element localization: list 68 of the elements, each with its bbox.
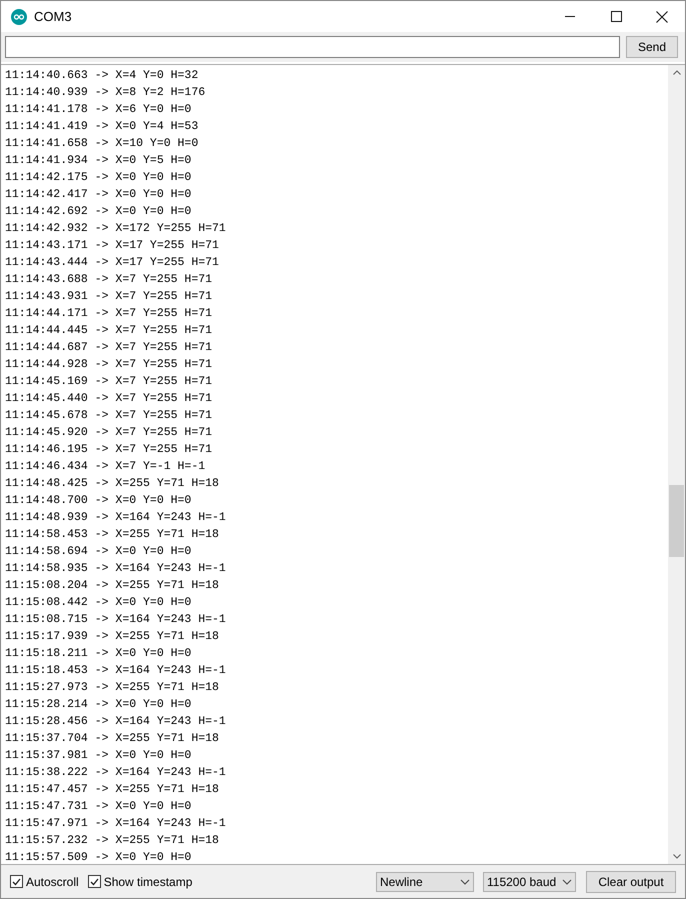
log-line: 11:15:47.971 -> X=164 Y=243 H=-1 — [5, 816, 226, 832]
log-line: 11:15:17.939 -> X=255 Y=71 H=18 — [5, 629, 219, 645]
checkbox[interactable] — [10, 875, 23, 888]
log-line: 11:14:40.939 -> X=8 Y=2 H=176 — [5, 85, 206, 101]
log-line: 11:14:42.692 -> X=0 Y=0 H=0 — [5, 204, 192, 220]
log-line: 11:14:41.658 -> X=10 Y=0 H=0 — [5, 136, 198, 152]
line-ending-dropdown[interactable]: Newline — [376, 872, 474, 892]
close-icon — [656, 10, 668, 22]
log-line: 11:15:57.232 -> X=255 Y=71 H=18 — [5, 833, 219, 849]
scroll-down-icon — [672, 854, 680, 859]
window-title: COM3 — [34, 8, 72, 26]
log-line: 11:14:44.171 -> X=7 Y=255 H=71 — [5, 306, 212, 322]
log-line: 11:14:44.687 -> X=7 Y=255 H=71 — [5, 340, 212, 356]
log-line: 11:14:58.453 -> X=255 Y=71 H=18 — [5, 527, 219, 543]
log-line: 11:14:41.178 -> X=6 Y=0 H=0 — [5, 102, 192, 118]
log-line: 11:14:48.700 -> X=0 Y=0 H=0 — [5, 493, 192, 509]
scrollbar[interactable] — [668, 65, 685, 864]
log-line: 11:15:37.704 -> X=255 Y=71 H=18 — [5, 731, 219, 747]
log-line: 11:14:45.678 -> X=7 Y=255 H=71 — [5, 408, 212, 424]
log-line: 11:14:43.171 -> X=17 Y=255 H=71 — [5, 238, 219, 254]
message-input-field[interactable] — [5, 36, 620, 58]
log-line: 11:14:45.169 -> X=7 Y=255 H=71 — [5, 374, 212, 390]
log-line: 11:14:41.419 -> X=0 Y=4 H=53 — [5, 119, 198, 135]
log-line: 11:15:18.211 -> X=0 Y=0 H=0 — [5, 646, 192, 662]
log-line: 11:14:42.417 -> X=0 Y=0 H=0 — [5, 187, 192, 203]
log-line: 11:14:43.444 -> X=17 Y=255 H=71 — [5, 255, 219, 271]
log-line: 11:14:46.195 -> X=7 Y=255 H=71 — [5, 442, 212, 458]
log-line: 11:15:28.456 -> X=164 Y=243 H=-1 — [5, 714, 226, 730]
log-line: 11:14:41.934 -> X=0 Y=5 H=0 — [5, 153, 192, 169]
log-line: 11:15:08.715 -> X=164 Y=243 H=-1 — [5, 612, 226, 628]
log-line: 11:15:37.981 -> X=0 Y=0 H=0 — [5, 748, 192, 764]
app-logo-icon — [11, 8, 27, 24]
checkbox-label: Autoscroll — [26, 874, 79, 890]
chevron-down-icon — [460, 878, 470, 884]
scrollbar-thumb[interactable] — [669, 485, 684, 557]
log-line: 11:14:46.434 -> X=7 Y=-1 H=-1 — [5, 459, 206, 475]
log-line: 11:14:44.928 -> X=7 Y=255 H=71 — [5, 357, 212, 373]
log-line: 11:14:42.932 -> X=172 Y=255 H=71 — [5, 221, 226, 237]
checkmark-icon — [90, 878, 99, 886]
clear-output-button[interactable]: Clear output — [586, 870, 676, 892]
log-line: 11:14:45.440 -> X=7 Y=255 H=71 — [5, 391, 212, 407]
log-line: 11:14:58.935 -> X=164 Y=243 H=-1 — [5, 561, 226, 577]
send-button[interactable]: Send — [626, 36, 678, 58]
checkbox-label: Show timestamp — [104, 874, 192, 890]
log-line: 11:14:48.425 -> X=255 Y=71 H=18 — [5, 476, 219, 492]
log-line: 11:14:43.688 -> X=7 Y=255 H=71 — [5, 272, 212, 288]
log-line: 11:14:40.663 -> X=4 Y=0 H=32 — [5, 68, 198, 84]
log-line: 11:14:42.175 -> X=0 Y=0 H=0 — [5, 170, 192, 186]
scroll-up-icon — [672, 70, 680, 75]
log-line: 11:15:47.457 -> X=255 Y=71 H=18 — [5, 782, 219, 798]
log-line: 11:15:08.442 -> X=0 Y=0 H=0 — [5, 595, 192, 611]
log-line: 11:15:57.509 -> X=0 Y=0 H=0 — [5, 850, 192, 864]
baud-rate-dropdown[interactable]: 115200 baud — [483, 872, 576, 892]
log-line: 11:14:44.445 -> X=7 Y=255 H=71 — [5, 323, 212, 339]
log-line: 11:15:27.973 -> X=255 Y=71 H=18 — [5, 680, 219, 696]
log-line: 11:14:43.931 -> X=7 Y=255 H=71 — [5, 289, 212, 305]
log-line: 11:15:28.214 -> X=0 Y=0 H=0 — [5, 697, 192, 713]
log-line: 11:14:48.939 -> X=164 Y=243 H=-1 — [5, 510, 226, 526]
log-line: 11:15:18.453 -> X=164 Y=243 H=-1 — [5, 663, 226, 679]
log-line: 11:14:45.920 -> X=7 Y=255 H=71 — [5, 425, 212, 441]
log-line: 11:15:38.222 -> X=164 Y=243 H=-1 — [5, 765, 226, 781]
maximize-icon — [610, 11, 622, 22]
log-line: 11:14:58.694 -> X=0 Y=0 H=0 — [5, 544, 192, 560]
chevron-down-icon — [562, 878, 572, 884]
checkmark-icon — [12, 878, 21, 886]
checkbox[interactable] — [88, 875, 101, 888]
log-line: 11:15:47.731 -> X=0 Y=0 H=0 — [5, 799, 192, 815]
log-line: 11:15:08.204 -> X=255 Y=71 H=18 — [5, 578, 219, 594]
